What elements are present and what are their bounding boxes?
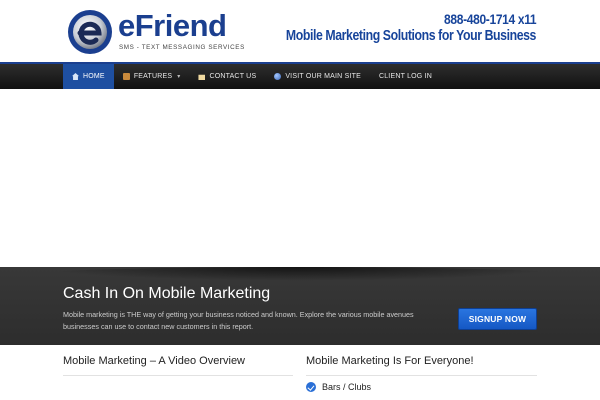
- divider: [63, 375, 293, 376]
- nav-item-features[interactable]: FEATURES ▾: [114, 64, 190, 89]
- signup-button[interactable]: SIGNUP NOW: [458, 308, 537, 330]
- header-tagline: Mobile Marketing Solutions for Your Busi…: [285, 27, 536, 44]
- divider: [306, 375, 537, 376]
- callout-title: Cash In On Mobile Marketing: [63, 285, 271, 302]
- band-shadow: [40, 267, 560, 281]
- nav-item-label: VISIT OUR MAIN SITE: [285, 73, 361, 80]
- logo-wordmark: eFriend: [118, 8, 227, 43]
- logo-tagline: SMS - TEXT MESSAGING SERVICES: [119, 44, 245, 51]
- home-icon: [72, 73, 79, 80]
- features-icon: [122, 73, 130, 80]
- checkmark-icon: [306, 382, 316, 392]
- efriend-logo[interactable]: eFriend SMS - TEXT MESSAGING SERVICES: [66, 8, 244, 56]
- list-item: Bars / Clubs: [306, 382, 371, 392]
- logo-e-icon: [68, 10, 112, 54]
- callout-band: Cash In On Mobile Marketing Mobile marke…: [0, 267, 600, 345]
- nav-item-label: FEATURES: [133, 73, 173, 80]
- hero-slider: [0, 89, 600, 267]
- nav-item-label: HOME: [83, 73, 105, 80]
- video-overview-heading: Mobile Marketing – A Video Overview: [63, 355, 245, 367]
- site-header: eFriend SMS - TEXT MESSAGING SERVICES 88…: [0, 0, 600, 62]
- nav-item-label: CLIENT LOG IN: [378, 73, 432, 80]
- list-item-label: Bars / Clubs: [322, 382, 372, 392]
- everyone-heading: Mobile Marketing Is For Everyone!: [306, 355, 474, 367]
- callout-text: Mobile marketing is THE way of getting y…: [63, 310, 414, 331]
- nav-item-contact[interactable]: CONTACT US: [189, 64, 265, 89]
- main-nav: HOME FEATURES ▾ CONTACT US VISIT OUR MAI…: [0, 62, 600, 89]
- globe-icon: [274, 73, 282, 80]
- nav-item-label: CONTACT US: [209, 73, 257, 80]
- nav-item-client-login[interactable]: CLIENT LOG IN: [370, 64, 441, 89]
- mail-icon: [198, 74, 206, 80]
- phone-number: 888-480-1714 x11: [443, 11, 537, 27]
- nav-item-home[interactable]: HOME: [63, 64, 114, 89]
- chevron-down-icon: ▾: [177, 74, 181, 80]
- nav-item-main-site[interactable]: VISIT OUR MAIN SITE: [265, 64, 370, 89]
